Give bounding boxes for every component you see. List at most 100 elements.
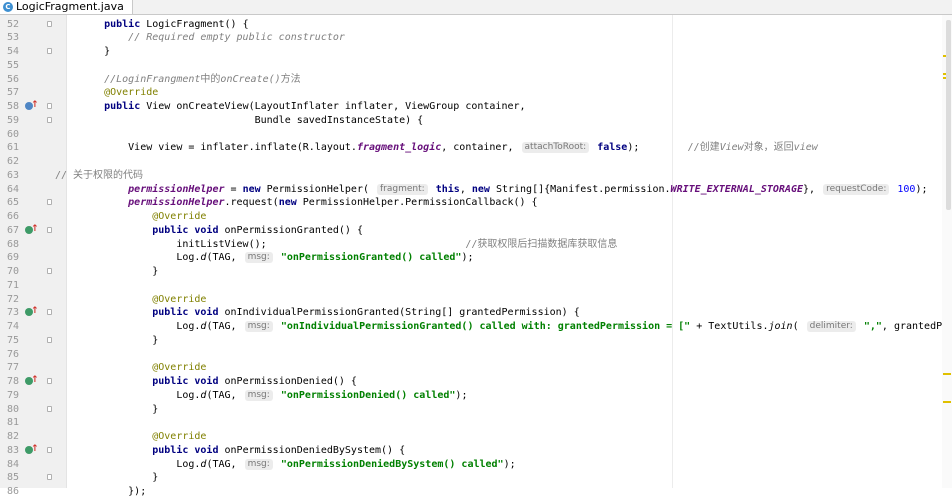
code-line[interactable]: 60 — [0, 128, 952, 142]
parameter-hint: msg: — [244, 252, 273, 264]
vertical-scrollbar-thumb[interactable] — [946, 20, 951, 210]
code-text: //LoginFrangment中的onCreate()方法 — [80, 73, 301, 87]
code-line[interactable]: 61 View view = inflater.inflate(R.layout… — [0, 141, 952, 155]
code-line[interactable]: 69 Log.d(TAG, msg: "onPermissionGranted(… — [0, 251, 952, 265]
code-text: public View onCreateView(LayoutInflater … — [80, 100, 525, 114]
warning-marker[interactable] — [943, 373, 951, 375]
code-line[interactable]: 71 — [0, 279, 952, 293]
fold-marker-icon[interactable] — [47, 226, 52, 233]
code-line[interactable]: 84 Log.d(TAG, msg: "onPermissionDeniedBy… — [0, 458, 952, 472]
line-number: 55 — [6, 59, 19, 71]
fold-marker-icon[interactable] — [47, 48, 52, 54]
line-number: 65 — [6, 197, 19, 209]
code-line[interactable]: 76 — [0, 348, 952, 362]
line-number: 71 — [6, 279, 19, 291]
code-token: (TAG, — [206, 389, 243, 401]
line-number: 84 — [6, 458, 19, 470]
code-line[interactable]: 70 } — [0, 265, 952, 279]
line-number: 53 — [6, 32, 19, 44]
code-token: "onPermissionGranted() called" — [280, 252, 462, 264]
fold-marker-icon[interactable] — [47, 103, 52, 109]
code-token: "onPermissionDenied() called" — [280, 389, 456, 401]
code-line[interactable]: 78 ↑ public void onPermissionDenied() { — [0, 375, 952, 389]
line-number: 61 — [6, 142, 19, 154]
code-line[interactable]: 72 @Override — [0, 293, 952, 307]
code-text: @Override — [80, 361, 206, 375]
fold-marker-icon[interactable] — [47, 405, 52, 412]
code-line[interactable]: 53 // Required empty public constructor — [0, 31, 952, 45]
code-text: } — [80, 471, 158, 485]
code-token: // Required empty public constructor — [128, 32, 345, 44]
code-token: View — [719, 142, 744, 154]
line-number: 83 — [6, 444, 19, 456]
code-line[interactable]: 80 } — [0, 403, 952, 417]
code-line[interactable]: 55 — [0, 59, 952, 73]
code-token: public void — [152, 444, 219, 456]
code-token: @Override — [152, 211, 207, 222]
code-line[interactable]: 62 — [0, 155, 952, 169]
code-line[interactable]: 81 — [0, 416, 952, 430]
navigate-up-icon[interactable]: ↑ — [31, 306, 39, 317]
code-line[interactable]: 68 initListView(); //获取权限后扫描数据库获取信息 — [0, 238, 952, 252]
code-line[interactable]: 79 Log.d(TAG, msg: "onPermissionDenied()… — [0, 389, 952, 403]
code-token: fragment_logic — [356, 142, 442, 154]
navigate-up-icon[interactable]: ↑ — [31, 375, 39, 386]
code-line[interactable]: 59 Bundle savedInstanceState) { — [0, 114, 952, 128]
line-number: 81 — [6, 417, 19, 429]
code-token: public — [104, 18, 141, 30]
code-line[interactable]: 66 @Override — [0, 210, 952, 224]
code-line[interactable]: 73 ↑ public void onIndividualPermissionGr… — [0, 306, 952, 320]
code-token: 方法 — [280, 73, 301, 85]
code-line[interactable]: 57 @Override — [0, 86, 952, 100]
code-text: Log.d(TAG, msg: "onPermissionDeniedBySys… — [80, 458, 516, 472]
tab-logicfragment-java[interactable]: C LogicFragment.java — [0, 0, 133, 14]
code-token: permissionHelper — [80, 183, 225, 195]
fold-marker-icon[interactable] — [47, 378, 52, 384]
code-text: @Override — [80, 86, 158, 100]
code-line[interactable]: 52 public LogicFragment() { — [0, 18, 952, 32]
line-number: 70 — [6, 266, 19, 277]
code-line[interactable]: 82 @Override — [0, 430, 952, 444]
code-line[interactable]: 83 ↑ public void onPermissionDeniedBySyst… — [0, 444, 952, 458]
code-line[interactable]: 58 ↑ public View onCreateView(LayoutInfla… — [0, 100, 952, 114]
code-text: } — [80, 334, 158, 348]
warning-marker[interactable] — [943, 401, 951, 403]
fold-marker-icon[interactable] — [47, 474, 52, 481]
code-line[interactable]: 67 ↑ public void onPermissionGranted() { — [0, 224, 952, 238]
code-token: public void — [152, 307, 219, 319]
code-line[interactable]: 77 @Override — [0, 361, 952, 375]
code-token: onCreate() — [220, 73, 281, 85]
navigate-up-icon[interactable]: ↑ — [31, 444, 39, 455]
code-line[interactable]: 56 //LoginFrangment中的onCreate()方法 — [0, 73, 952, 87]
fold-marker-icon[interactable] — [47, 309, 52, 316]
parameter-hint: msg: — [244, 458, 273, 470]
code-line[interactable]: 86 }); — [0, 485, 952, 499]
fold-marker-icon[interactable] — [47, 116, 52, 123]
code-line[interactable]: 85 } — [0, 471, 952, 485]
line-number: 56 — [6, 73, 19, 85]
fold-marker-icon[interactable] — [47, 20, 52, 27]
line-number: 80 — [6, 403, 19, 415]
code-token: onPermissionDeniedBySystem() { — [218, 444, 406, 456]
fold-marker-icon[interactable] — [47, 199, 52, 206]
code-token: WRITE_EXTERNAL_STORAGE — [670, 183, 803, 195]
fold-marker-icon[interactable] — [47, 446, 52, 453]
code-token: false — [597, 142, 628, 154]
navigate-up-icon[interactable]: ↑ — [31, 100, 39, 111]
code-line[interactable]: 74 Log.d(TAG, msg: "onIndividualPermissi… — [0, 320, 952, 334]
navigate-up-icon[interactable]: ↑ — [31, 224, 39, 235]
fold-marker-icon[interactable] — [47, 336, 52, 343]
code-line[interactable]: 63 // 关于权限的代码 — [0, 169, 952, 183]
code-line[interactable]: 64 permissionHelper = new PermissionHelp… — [0, 183, 952, 197]
code-token: public — [104, 101, 141, 112]
line-number: 76 — [6, 348, 19, 360]
fold-marker-icon[interactable] — [47, 268, 52, 274]
code-token: } — [80, 46, 111, 57]
code-line[interactable]: 75 } — [0, 334, 952, 348]
code-token: } — [80, 266, 159, 277]
code-line[interactable]: 54 } — [0, 45, 952, 59]
code-line[interactable]: 65 permissionHelper.request(new Permissi… — [0, 196, 952, 210]
